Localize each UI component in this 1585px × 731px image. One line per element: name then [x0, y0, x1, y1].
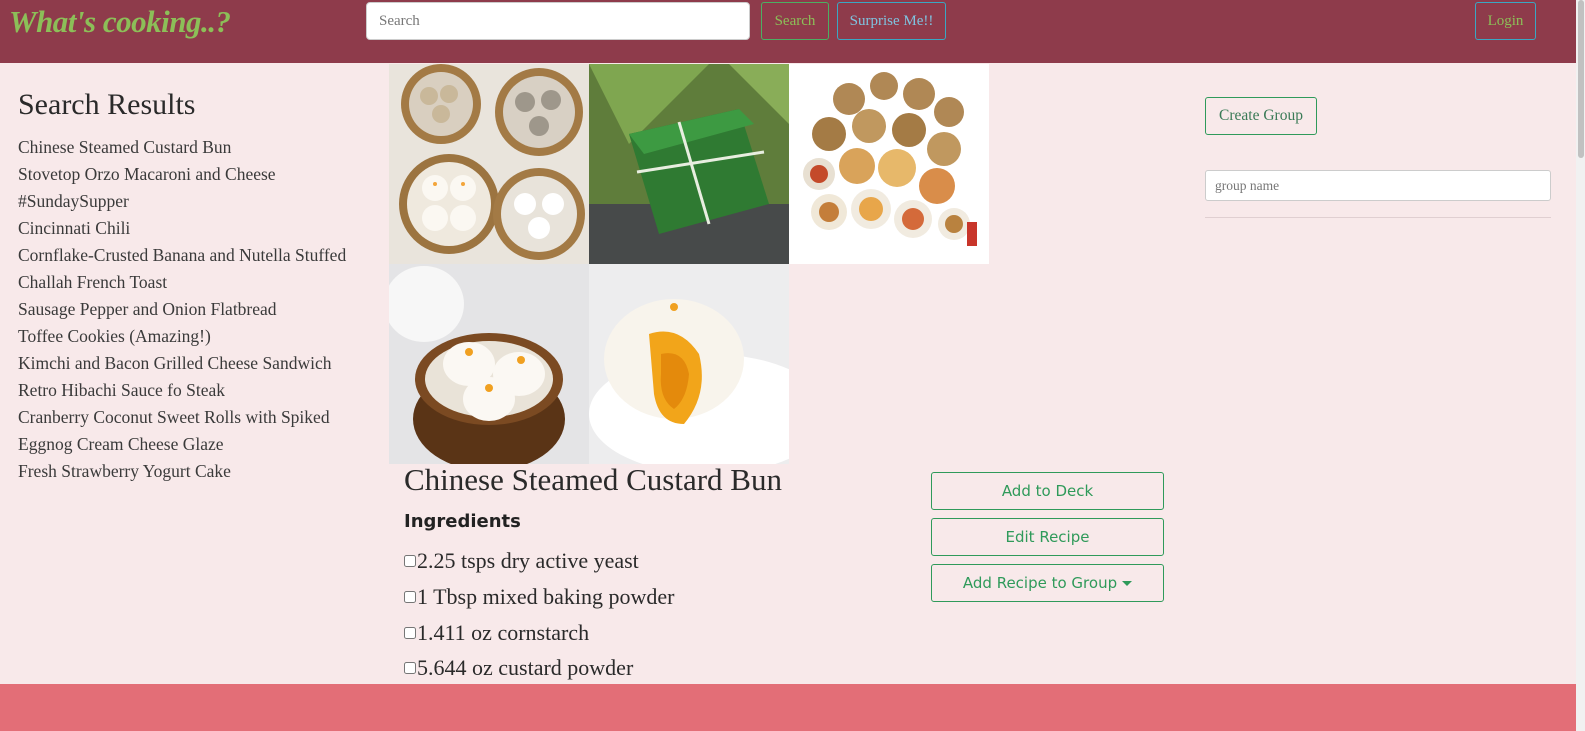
- surprise-me-button[interactable]: Surprise Me!!: [837, 2, 946, 40]
- search-results-title: Search Results: [18, 88, 196, 121]
- search-button[interactable]: Search: [761, 2, 829, 40]
- ingredient-checkbox[interactable]: [404, 627, 416, 639]
- search-result-item[interactable]: Cranberry Coconut Sweet Rolls with Spike…: [18, 404, 346, 431]
- recipe-photo-steamers: [389, 64, 589, 264]
- ingredient-item: 1 Tbsp mixed baking powder: [404, 582, 674, 612]
- search-result-item[interactable]: Challah French Toast: [18, 269, 346, 296]
- search-result-item[interactable]: #SundaySupper: [18, 188, 346, 215]
- search-result-item[interactable]: Retro Hibachi Sauce fo Steak: [18, 377, 346, 404]
- edit-recipe-button[interactable]: Edit Recipe: [931, 518, 1164, 556]
- caret-down-icon: [1122, 580, 1133, 586]
- login-button[interactable]: Login: [1475, 2, 1536, 40]
- recipe-photo-cut-bun: [589, 264, 789, 464]
- search-result-item[interactable]: Sausage Pepper and Onion Flatbread: [18, 296, 346, 323]
- group-name-input[interactable]: [1205, 170, 1551, 201]
- search-result-item[interactable]: Cincinnati Chili: [18, 215, 346, 242]
- add-to-deck-button[interactable]: Add to Deck: [931, 472, 1164, 510]
- recipe-title: Chinese Steamed Custard Bun: [404, 462, 782, 497]
- recipe-photo-dim-sum-spread: [789, 64, 989, 264]
- search-result-item[interactable]: Stovetop Orzo Macaroni and Cheese: [18, 161, 346, 188]
- footer: [0, 684, 1576, 731]
- ingredient-label: 5.644 oz custard powder: [417, 655, 634, 680]
- search-input[interactable]: [366, 2, 750, 40]
- recipe-photo-gallery: [389, 64, 989, 464]
- add-recipe-to-group-label: Add Recipe to Group: [962, 574, 1118, 592]
- ingredient-item: 1.411 oz cornstarch: [404, 618, 589, 648]
- search-result-item[interactable]: Eggnog Cream Cheese Glaze: [18, 431, 346, 458]
- ingredients-heading: Ingredients: [404, 511, 521, 532]
- ingredient-label: 2.25 tsps dry active yeast: [417, 548, 639, 573]
- ingredient-checkbox[interactable]: [404, 555, 416, 567]
- create-group-button[interactable]: Create Group: [1205, 97, 1317, 135]
- search-results-list: Chinese Steamed Custard Bun Stovetop Orz…: [18, 134, 346, 485]
- ingredient-item: 2.25 tsps dry active yeast: [404, 546, 639, 576]
- search-result-item[interactable]: Chinese Steamed Custard Bun: [18, 134, 346, 161]
- brand-logo[interactable]: What's cooking..?: [9, 0, 231, 44]
- page-scrollbar-thumb[interactable]: [1578, 0, 1584, 158]
- recipe-photo-bun-steamer: [389, 264, 589, 464]
- search-result-item[interactable]: Cornflake-Crusted Banana and Nutella Stu…: [18, 242, 346, 269]
- search-result-item[interactable]: Toffee Cookies (Amazing!): [18, 323, 346, 350]
- ingredient-item: 5.644 oz custard powder: [404, 653, 633, 683]
- search-result-item[interactable]: Kimchi and Bacon Grilled Cheese Sandwich: [18, 350, 346, 377]
- ingredient-label: 1 Tbsp mixed baking powder: [417, 584, 675, 609]
- navbar: What's cooking..? Search Surprise Me!! L…: [0, 0, 1576, 63]
- ingredient-label: 1.411 oz cornstarch: [417, 620, 590, 645]
- search-result-item[interactable]: Fresh Strawberry Yogurt Cake: [18, 458, 346, 485]
- ingredient-checkbox[interactable]: [404, 591, 416, 603]
- add-recipe-to-group-button[interactable]: Add Recipe to Group: [931, 564, 1164, 602]
- ingredient-checkbox[interactable]: [404, 662, 416, 674]
- group-divider: [1205, 217, 1551, 218]
- recipe-photo-leaf-parcel: [589, 64, 789, 264]
